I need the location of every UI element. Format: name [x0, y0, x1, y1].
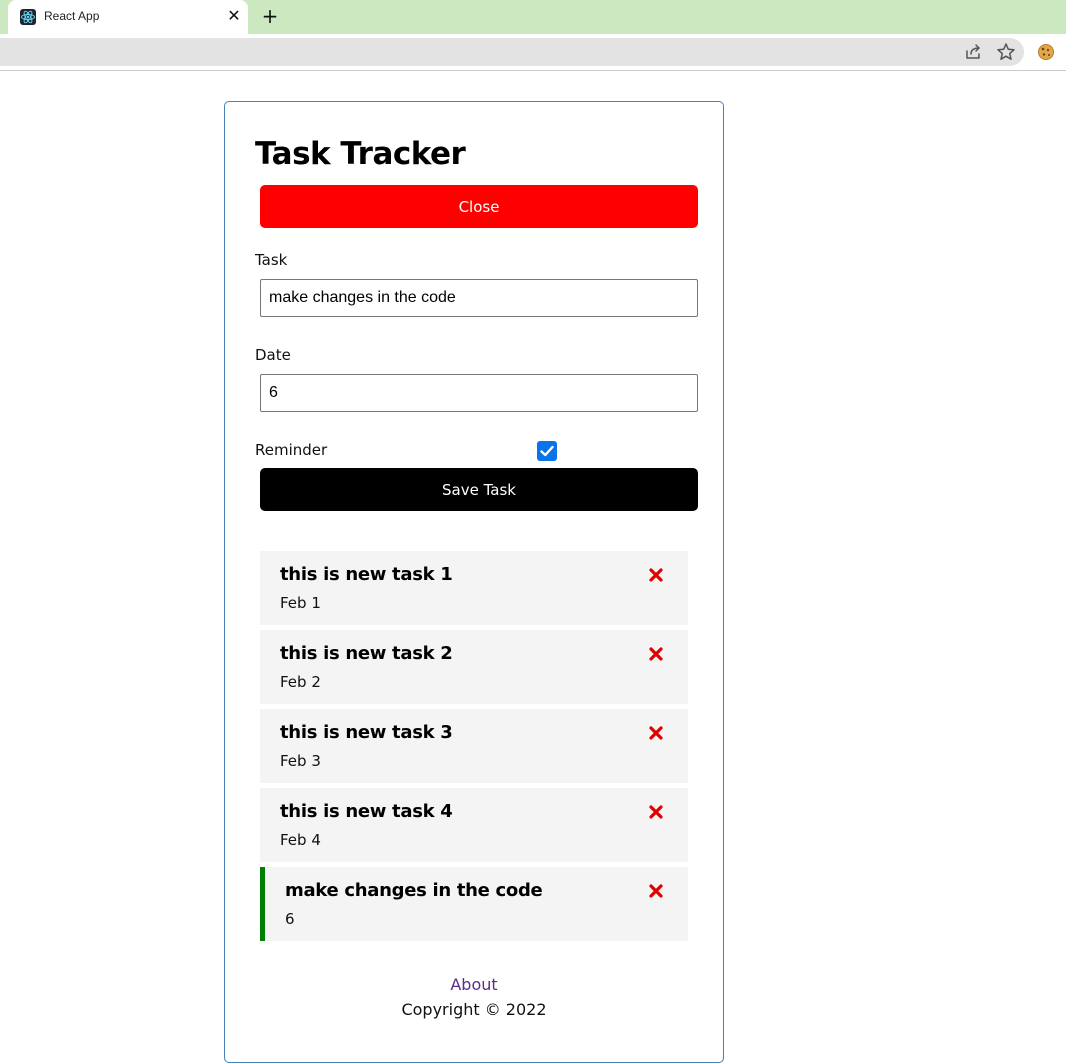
share-icon[interactable] [964, 43, 982, 61]
tab-close-icon[interactable]: ✕ [226, 7, 242, 25]
delete-times-icon[interactable] [648, 725, 664, 741]
task-item[interactable]: this is new task 1 Feb 1 [260, 551, 688, 625]
delete-times-icon[interactable] [648, 646, 664, 662]
delete-times-icon[interactable] [648, 804, 664, 820]
browser-tabstrip: React App ✕ + [0, 0, 1066, 34]
react-favicon-icon [20, 9, 36, 25]
date-input[interactable] [260, 374, 698, 412]
reminder-label: Reminder [255, 441, 328, 459]
date-label: Date [255, 346, 291, 364]
delete-times-icon[interactable] [648, 567, 664, 583]
task-day: Feb 1 [280, 594, 321, 612]
footer: About Copyright © 2022 [225, 972, 723, 1022]
task-text: this is new task 1 [280, 564, 453, 585]
task-text: this is new task 4 [280, 801, 453, 822]
task-item[interactable]: this is new task 4 Feb 4 [260, 788, 688, 862]
task-text: this is new task 2 [280, 643, 453, 664]
task-tracker-container: Task Tracker Close Task Date Reminder Sa… [224, 101, 724, 1063]
about-link[interactable]: About [225, 972, 723, 998]
task-label: Task [255, 251, 288, 269]
browser-toolbar [0, 34, 1066, 71]
address-bar[interactable] [0, 38, 1024, 66]
checkmark-icon [540, 445, 554, 457]
task-item[interactable]: this is new task 3 Feb 3 [260, 709, 688, 783]
cookie-extension-icon[interactable] [1037, 43, 1055, 61]
task-day: 6 [285, 910, 295, 928]
app-title: Task Tracker [255, 136, 466, 172]
task-day: Feb 4 [280, 831, 321, 849]
new-tab-icon[interactable]: + [260, 6, 280, 26]
task-input[interactable] [260, 279, 698, 317]
task-text: this is new task 3 [280, 722, 453, 743]
browser-tab[interactable]: React App ✕ [8, 0, 248, 34]
reminder-checkbox[interactable] [537, 441, 557, 461]
tab-title: React App [44, 9, 100, 23]
task-item[interactable]: this is new task 2 Feb 2 [260, 630, 688, 704]
star-icon[interactable] [996, 42, 1016, 62]
delete-times-icon[interactable] [648, 883, 664, 899]
copyright-text: Copyright © 2022 [401, 1000, 547, 1019]
task-text: make changes in the code [285, 880, 543, 901]
task-item-reminder[interactable]: make changes in the code 6 [260, 867, 688, 941]
close-button[interactable]: Close [260, 185, 698, 228]
task-day: Feb 3 [280, 752, 321, 770]
task-day: Feb 2 [280, 673, 321, 691]
save-task-button[interactable]: Save Task [260, 468, 698, 511]
